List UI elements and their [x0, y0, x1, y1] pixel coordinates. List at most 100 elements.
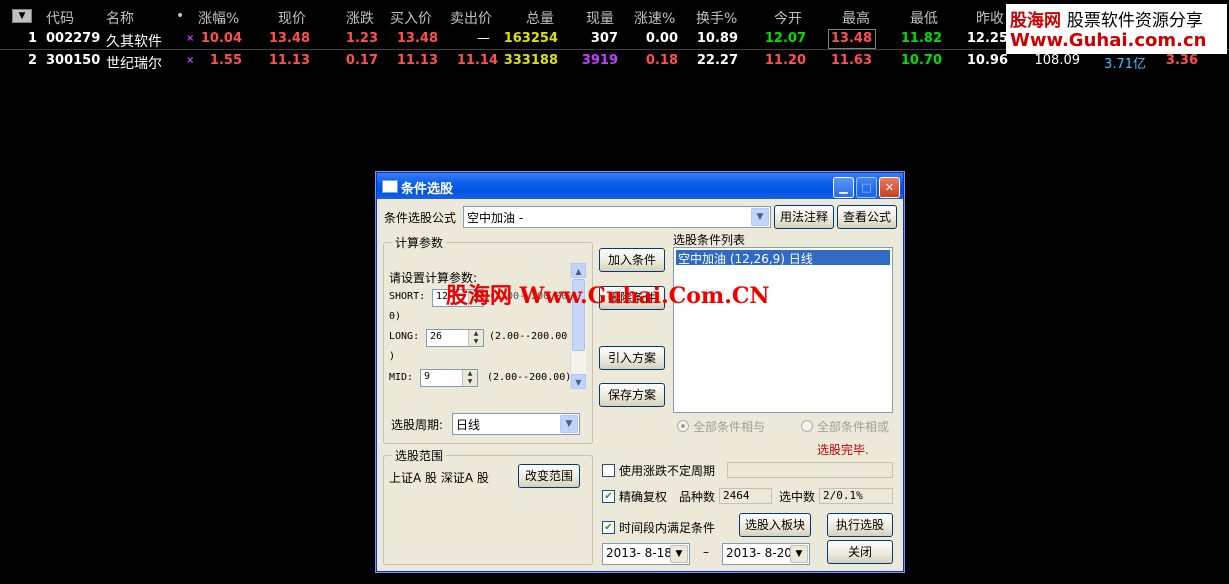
execute-screening-button[interactable]: 执行选股 [827, 513, 893, 537]
col-code[interactable]: 代码 [46, 8, 74, 28]
col-open[interactable]: 今开 [774, 8, 802, 28]
cell-pct: 1.55 [209, 53, 242, 68]
date-from-value: 2013- 8-18 [606, 546, 672, 560]
chevron-down-icon[interactable]: ▼ [670, 545, 688, 563]
cell-extra-3: 3.36 [1165, 53, 1198, 68]
col-prev-close[interactable]: 昨收 [976, 8, 1004, 28]
minimize-icon[interactable]: ▁ [833, 177, 854, 198]
stock-mark: × [186, 33, 195, 44]
watermark-center-text: 股海网 Www.Guhai.Com.CN [446, 283, 770, 309]
formula-select[interactable]: 空中加油 - ▼ [463, 206, 771, 228]
radio-and-label: 全部条件相与 [693, 420, 766, 434]
range-group-title: 选股范围 [392, 447, 447, 464]
col-turnover[interactable]: 换手% [696, 8, 737, 28]
sort-dropdown-icon[interactable]: ▼ [12, 9, 32, 23]
date-to-value: 2013- 8-20 [726, 546, 792, 560]
col-ask[interactable]: 卖出价 [450, 8, 492, 28]
timespan-label: 时间段内满足条件 [619, 521, 716, 535]
cell-speed: 0.18 [645, 53, 678, 68]
col-low[interactable]: 最低 [910, 8, 938, 28]
view-formula-button[interactable]: 查看公式 [837, 205, 897, 229]
selected-value: 2/0.1% [819, 488, 893, 504]
cell-prev-close: 10.96 [966, 53, 1008, 68]
close-button[interactable]: 关闭 [827, 540, 893, 564]
chevron-down-icon[interactable]: ▼ [790, 545, 808, 563]
cell-prev-close: 12.25 [966, 31, 1008, 46]
scroll-down-icon[interactable]: ▼ [571, 374, 586, 389]
params-group-title: 计算参数 [392, 234, 447, 251]
add-condition-button[interactable]: 加入条件 [599, 248, 665, 272]
chevron-down-icon[interactable]: ▼ [560, 415, 578, 433]
status-text: 选股完毕. [817, 443, 869, 457]
radio-or[interactable] [801, 420, 813, 432]
count-value: 2464 [719, 488, 772, 504]
period-label: 选股周期: [391, 418, 444, 432]
col-mark[interactable]: • [176, 8, 184, 24]
range-value: 上证A 股 深证A 股 [389, 471, 489, 485]
watermark-slogan: 股票软件资源分享 [1066, 11, 1203, 31]
formula-value: 空中加油 - [467, 211, 524, 225]
mid-input[interactable]: 9 ▲ ▼ [420, 369, 478, 387]
cell-bid: 11.13 [396, 53, 438, 68]
formula-label: 条件选股公式 [384, 211, 457, 225]
cell-bid: 13.48 [396, 31, 438, 46]
uncertain-period-field [727, 462, 893, 478]
save-plan-button[interactable]: 保存方案 [599, 383, 665, 407]
long-range-tail: ) [389, 351, 396, 362]
long-label: LONG: [389, 331, 420, 342]
dialog-titlebar[interactable]: 条件选股 ▁ □ ✕ [377, 173, 903, 199]
cell-turnover: 22.27 [696, 53, 738, 68]
cell-low: 11.82 [900, 31, 942, 46]
col-price[interactable]: 现价 [278, 8, 306, 28]
maximize-icon: □ [856, 177, 877, 198]
watermark-logo: 股海网 [1010, 11, 1061, 31]
scroll-up-icon[interactable]: ▲ [571, 263, 586, 278]
chevron-down-icon[interactable]: ▼ [751, 208, 769, 226]
col-change[interactable]: 涨跌 [346, 8, 374, 28]
date-to-picker[interactable]: 2013- 8-20 ▼ [722, 543, 810, 565]
list-item[interactable]: 空中加油 (12,26,9) 日线 [676, 250, 890, 266]
cell-low: 10.70 [900, 53, 942, 68]
add-to-block-button[interactable]: 选股入板块 [739, 513, 811, 537]
stock-code: 002279 [46, 31, 101, 46]
col-speed[interactable]: 涨速% [634, 8, 675, 28]
condition-screening-dialog: 条件选股 ▁ □ ✕ 条件选股公式 空中加油 - ▼ 用法注释 查看公式 计算参… [376, 172, 904, 572]
dialog-title: 条件选股 [401, 182, 454, 197]
cell-pct: 10.04 [200, 31, 242, 46]
watermark-logo-box: 股海网 股票软件资源分享 Www.Guhai.com.cn [1006, 4, 1227, 54]
radio-and[interactable] [677, 420, 689, 432]
uncertain-period-checkbox[interactable] [602, 464, 615, 477]
cell-cur-vol: 307 [590, 31, 618, 46]
col-cur-vol[interactable]: 现量 [586, 8, 614, 28]
date-from-picker[interactable]: 2013- 8-18 ▼ [602, 543, 690, 565]
cell-speed: 0.00 [645, 31, 678, 46]
cell-volume: 163254 [503, 31, 558, 46]
cell-volume: 333188 [503, 53, 558, 68]
col-high[interactable]: 最高 [842, 8, 870, 28]
row-index: 2 [28, 53, 38, 68]
long-range: (2.00--200.00 [489, 331, 568, 342]
radio-or-label: 全部条件相或 [817, 420, 890, 434]
col-pct[interactable]: 涨幅% [198, 8, 239, 28]
condition-list-label: 选股条件列表 [673, 233, 746, 247]
usage-note-button[interactable]: 用法注释 [774, 205, 834, 229]
period-select[interactable]: 日线 ▼ [452, 413, 580, 435]
col-volume[interactable]: 总量 [526, 8, 554, 28]
watermark-url: Www.Guhai.com.cn [1010, 30, 1207, 51]
condition-list[interactable]: 空中加油 (12,26,9) 日线 [673, 247, 893, 413]
period-value: 日线 [456, 418, 481, 432]
col-name[interactable]: 名称 [106, 8, 134, 28]
cell-extra-1: 108.09 [1034, 53, 1081, 68]
change-range-button[interactable]: 改变范围 [518, 464, 580, 488]
col-bid[interactable]: 买入价 [390, 8, 432, 28]
stock-name: 久其软件 [106, 34, 162, 50]
import-plan-button[interactable]: 引入方案 [599, 346, 665, 370]
close-icon[interactable]: ✕ [879, 177, 900, 198]
long-input[interactable]: 26 ▲ ▼ [426, 329, 484, 347]
window-icon [382, 180, 398, 193]
uncertain-period-label: 使用涨跌不定周期 [619, 464, 716, 478]
cell-price: 13.48 [268, 31, 310, 46]
precise-restore-checkbox[interactable]: ✔ [602, 490, 615, 503]
timespan-checkbox[interactable]: ✔ [602, 521, 615, 534]
cell-extra-2: 3.71亿 [1104, 57, 1146, 72]
